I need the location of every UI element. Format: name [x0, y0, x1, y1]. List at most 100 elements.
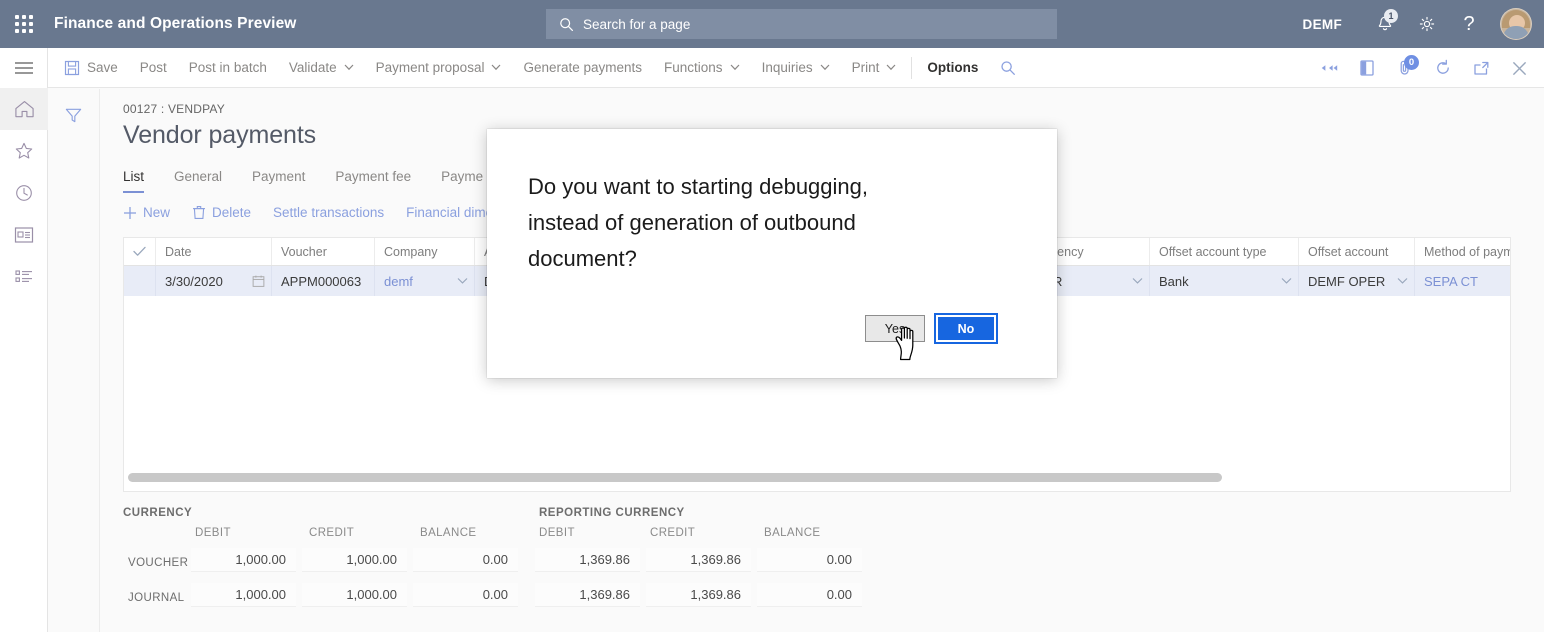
- col-voucher-header[interactable]: Voucher: [272, 238, 375, 265]
- cmd-print[interactable]: Print: [841, 48, 908, 88]
- filter-icon[interactable]: [58, 99, 90, 131]
- attachment-icon[interactable]: 0: [1386, 48, 1424, 88]
- delete-button[interactable]: Delete: [192, 205, 251, 220]
- chevron-down-icon: [730, 64, 740, 71]
- cmd-validate[interactable]: Validate: [278, 48, 365, 88]
- search-input[interactable]: Search for a page: [546, 9, 1057, 39]
- cmd-post[interactable]: Post: [129, 48, 178, 88]
- cmd-options[interactable]: Options: [916, 48, 989, 88]
- row-select-checkbox[interactable]: [124, 266, 156, 296]
- cmd-print-label: Print: [852, 60, 880, 75]
- col-date-header[interactable]: Date: [156, 238, 272, 265]
- settle-transactions-label: Settle transactions: [273, 205, 384, 220]
- cell-currency[interactable]: R: [1053, 266, 1150, 296]
- select-all-checkbox[interactable]: [124, 238, 156, 265]
- avatar[interactable]: [1500, 8, 1532, 40]
- chevron-down-icon[interactable]: [1281, 278, 1292, 285]
- col-offset-account-type-header[interactable]: Offset account type: [1150, 238, 1299, 265]
- voucher-currency-debit: 1,000.00: [191, 548, 296, 572]
- col-method-of-payment-header[interactable]: Method of paymer: [1415, 238, 1511, 265]
- refresh-icon[interactable]: [1424, 48, 1462, 88]
- grid-horizontal-scrollbar[interactable]: [124, 471, 1510, 485]
- filter-pane: [48, 89, 100, 632]
- list-icon[interactable]: [0, 256, 48, 298]
- scrollbar-thumb[interactable]: [128, 473, 1222, 482]
- journal-currency-debit: 1,000.00: [191, 583, 296, 607]
- hamburger-icon[interactable]: [0, 48, 48, 88]
- new-button[interactable]: New: [123, 205, 170, 220]
- command-bar: Save Post Post in batch Validate Payment…: [48, 48, 1544, 88]
- cell-date[interactable]: 3/30/2020: [156, 266, 272, 296]
- relationships-icon[interactable]: [1310, 48, 1348, 88]
- command-search-icon[interactable]: [989, 48, 1027, 88]
- voucher-reporting-debit: 1,369.86: [535, 548, 640, 572]
- company-code: DEMF: [1303, 17, 1342, 32]
- tab-strip: List General Payment Payment fee Payme: [123, 169, 513, 193]
- help-icon[interactable]: ?: [1448, 0, 1490, 48]
- cell-offset-account[interactable]: DEMF OPER: [1299, 266, 1415, 296]
- col-currency-header[interactable]: rency: [1053, 238, 1150, 265]
- workspace-icon[interactable]: [0, 214, 48, 256]
- tab-list[interactable]: List: [123, 169, 144, 193]
- app-title: Finance and Operations Preview: [54, 15, 296, 33]
- cmd-save[interactable]: Save: [48, 48, 129, 88]
- tab-payment-fee[interactable]: Payment fee: [335, 169, 411, 193]
- col-company-header[interactable]: Company: [375, 238, 475, 265]
- col-offset-account-header[interactable]: Offset account: [1299, 238, 1415, 265]
- cell-offset-account-type-value: Bank: [1159, 274, 1189, 289]
- trash-icon: [192, 205, 206, 220]
- tab-payment[interactable]: Payment: [252, 169, 305, 193]
- financial-dimensions-button[interactable]: Financial dime: [406, 205, 493, 220]
- voucher-reporting-credit: 1,369.86: [646, 548, 751, 572]
- cmd-post-label: Post: [140, 60, 167, 75]
- bell-icon[interactable]: 1: [1364, 0, 1406, 48]
- clock-icon[interactable]: [0, 172, 48, 214]
- cmd-generate-payments-label: Generate payments: [523, 60, 642, 75]
- cell-offset-account-value: DEMF OPER: [1308, 274, 1385, 289]
- cmd-functions[interactable]: Functions: [653, 48, 751, 88]
- open-in-new-icon[interactable]: [1462, 48, 1500, 88]
- app-launcher-icon[interactable]: [0, 0, 48, 48]
- new-button-label: New: [143, 205, 170, 220]
- cmd-payment-proposal[interactable]: Payment proposal: [365, 48, 513, 88]
- cell-voucher[interactable]: APPM000063: [272, 266, 375, 296]
- reporting-balance-header: BALANCE: [764, 527, 821, 539]
- voucher-currency-balance: 0.00: [413, 548, 518, 572]
- left-nav-rail: [0, 48, 48, 632]
- close-icon[interactable]: [1500, 48, 1538, 88]
- tab-general[interactable]: General: [174, 169, 222, 193]
- cell-company[interactable]: demf: [375, 266, 475, 296]
- command-bar-right: 0: [1310, 48, 1538, 88]
- search-placeholder: Search for a page: [583, 17, 690, 32]
- help-glyph: ?: [1463, 14, 1474, 34]
- chevron-down-icon: [491, 64, 501, 71]
- cmd-inquiries-label: Inquiries: [762, 60, 813, 75]
- cell-offset-account-type[interactable]: Bank: [1150, 266, 1299, 296]
- voucher-reporting-balance: 0.00: [757, 548, 862, 572]
- delete-button-label: Delete: [212, 205, 251, 220]
- cell-date-value: 3/30/2020: [165, 274, 223, 289]
- home-icon[interactable]: [0, 88, 48, 130]
- page-title: Vendor payments: [123, 121, 316, 150]
- search-icon: [559, 17, 574, 32]
- cmd-generate-payments[interactable]: Generate payments: [512, 48, 653, 88]
- settle-transactions-button[interactable]: Settle transactions: [273, 205, 384, 220]
- cmd-inquiries[interactable]: Inquiries: [751, 48, 841, 88]
- chevron-down-icon[interactable]: [1397, 278, 1408, 285]
- panel-icon[interactable]: [1348, 48, 1386, 88]
- attachment-badge: 0: [1404, 55, 1419, 70]
- top-header-bar: Finance and Operations Preview Search fo…: [0, 0, 1544, 48]
- chevron-down-icon[interactable]: [1132, 278, 1143, 285]
- tab-payment-truncated[interactable]: Payme: [441, 169, 483, 193]
- journal-reporting-balance: 0.00: [757, 583, 862, 607]
- chevron-down-icon[interactable]: [457, 278, 468, 285]
- gear-icon[interactable]: [1406, 0, 1448, 48]
- cmd-post-in-batch[interactable]: Post in batch: [178, 48, 278, 88]
- yes-button[interactable]: Yes: [865, 315, 925, 342]
- calendar-icon[interactable]: [252, 275, 265, 288]
- cell-method-of-payment[interactable]: SEPA CT: [1415, 266, 1511, 296]
- no-button[interactable]: No: [936, 315, 996, 342]
- financial-dimensions-label: Financial dime: [406, 205, 493, 220]
- cmd-functions-label: Functions: [664, 60, 723, 75]
- star-icon[interactable]: [0, 130, 48, 172]
